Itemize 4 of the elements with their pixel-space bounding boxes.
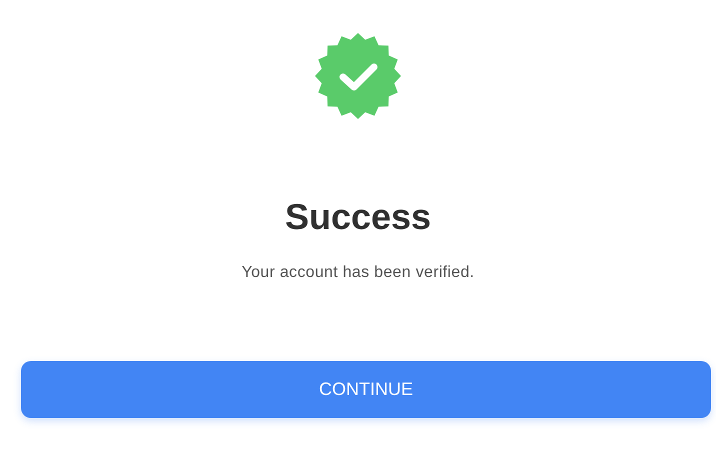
continue-button[interactable]: CONTINUE (21, 361, 711, 418)
verified-badge-icon (314, 32, 402, 120)
verification-message: Your account has been verified. (242, 263, 474, 283)
success-title: Success (284, 195, 432, 239)
